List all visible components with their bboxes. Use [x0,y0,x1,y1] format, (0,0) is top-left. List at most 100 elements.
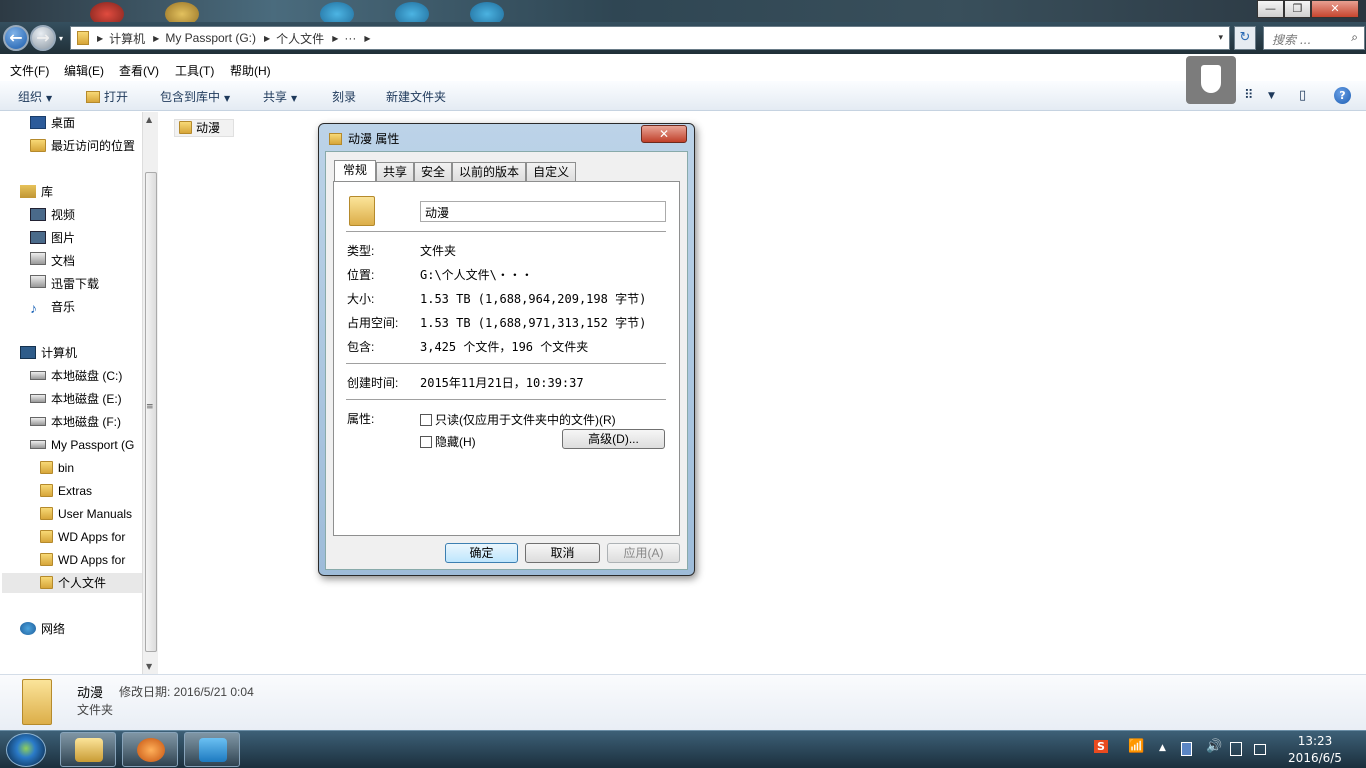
network-icon [20,622,36,635]
sidebar-item-library[interactable]: 库 [20,182,53,202]
include-library-button[interactable]: 包含到库中 ▼ [160,88,230,105]
minimize-button[interactable]: — [1257,0,1284,18]
close-button[interactable]: ✕ [1311,0,1359,18]
search-icon[interactable]: ⌕ [1351,30,1358,45]
cancel-button[interactable]: 取消 [525,543,600,563]
sidebar-item-drive-c[interactable]: 本地磁盘 (C:) [30,366,122,386]
show-hidden-icons[interactable]: ▲ [1159,743,1166,753]
back-button[interactable]: ← [3,25,29,51]
sidebar-item-drive-g[interactable]: My Passport (G [30,435,134,455]
network-status-icon[interactable] [1181,742,1192,756]
scroll-up-icon[interactable]: ▲ [146,115,152,124]
chevron-down-icon: ▼ [224,94,231,103]
power-icon[interactable] [1230,742,1242,756]
preview-pane-icon[interactable]: ▯ [1299,88,1306,103]
dialog-close-button[interactable]: ✕ [641,125,687,143]
clock[interactable]: 13:23 2016/6/5 [1285,733,1345,767]
location-value: G:\个人文件\・・・ [420,268,533,282]
refresh-button[interactable]: ↻ [1234,26,1256,50]
ime-icon[interactable]: S [1094,740,1108,753]
breadcrumb-drive[interactable]: My Passport (G:) [165,31,256,45]
view-options-icon[interactable]: ⠿ [1244,88,1254,103]
tab-general[interactable]: 常规 [334,160,377,182]
scroll-grip-icon: ≡ [146,402,154,412]
share-button[interactable]: 共享 ▼ [263,88,297,105]
menu-tools[interactable]: 工具(T) [175,62,214,79]
menu-edit[interactable]: 编辑(E) [64,62,104,79]
address-dropdown-icon[interactable]: ▾ [1218,32,1223,43]
new-folder-button[interactable]: 新建文件夹 [386,88,446,105]
advanced-button[interactable]: 高级(D)... [562,429,665,449]
breadcrumb-computer[interactable]: 计算机 [109,30,145,47]
folder-icon [40,484,53,497]
sidebar-scrollbar[interactable]: ▲ ≡ ▼ [142,112,158,674]
scroll-down-icon[interactable]: ▼ [146,662,152,671]
checkbox[interactable] [420,436,432,448]
sidebar-item-wd-apps-2[interactable]: WD Apps for [40,550,125,570]
picture-icon [30,231,46,244]
sidebar-item-xunlei[interactable]: 迅雷下载 [30,274,99,294]
taskbar-app-3[interactable] [184,732,240,767]
sidebar-item-pictures[interactable]: 图片 [30,228,75,248]
search-input[interactable]: 搜索 ... ⌕ [1263,26,1365,50]
scroll-thumb[interactable] [145,172,157,652]
open-folder-icon [86,91,100,103]
menu-view[interactable]: 查看(V) [119,62,159,79]
taskbar-app-2[interactable] [122,732,178,767]
open-button[interactable]: 打开 [86,88,128,105]
sidebar-item-recent[interactable]: 最近访问的位置 [30,136,135,156]
folder-name-input[interactable]: 动漫 [420,201,666,222]
sidebar-item-videos[interactable]: 视频 [30,205,75,225]
address-bar[interactable]: ▶ 计算机 ▶ My Passport (G:) ▶ 个人文件 ▶ ··· ▶ … [70,26,1230,50]
library-icon [20,185,36,198]
sidebar-item-extras[interactable]: Extras [40,481,92,501]
menu-help[interactable]: 帮助(H) [230,62,271,79]
sidebar-item-drive-e[interactable]: 本地磁盘 (E:) [30,389,122,409]
sidebar-item-drive-f[interactable]: 本地磁盘 (F:) [30,412,121,432]
sidebar-item-network[interactable]: 网络 [20,619,65,639]
sidebar-item-personal-files[interactable]: 个人文件 [2,573,142,593]
sidebar-item-desktop[interactable]: 桌面 [30,113,75,133]
hidden-checkbox[interactable]: 隐藏(H) [420,433,476,450]
sidebar-item-user-manuals[interactable]: User Manuals [40,504,132,524]
explorer-icon [75,738,103,762]
tab-security[interactable]: 安全 [414,162,453,182]
readonly-checkbox[interactable]: 只读(仅应用于文件夹中的文件)(R) [420,411,616,428]
sidebar-item-wd-apps-1[interactable]: WD Apps for [40,527,125,547]
recent-places-icon [30,139,46,152]
start-button[interactable] [6,733,46,767]
organize-button[interactable]: 组织 ▼ [18,88,52,105]
forward-button[interactable]: → [30,25,56,51]
action-center-icon[interactable] [1254,744,1266,755]
checkbox-indeterminate[interactable] [420,414,432,426]
help-icon[interactable]: ? [1334,87,1351,104]
maximize-button[interactable]: ❐ [1284,0,1311,18]
general-tab-panel: 动漫 类型: 文件夹 位置: G:\个人文件\・・・ 大小: 1.53 TB (… [333,181,680,536]
file-item-folder[interactable]: 动漫 [174,119,234,137]
tab-previous-versions[interactable]: 以前的版本 [452,162,527,182]
breadcrumb-personal[interactable]: 个人文件 [276,30,324,47]
attributes-label: 属性: [347,412,375,426]
wifi-icon[interactable]: 📶 [1128,739,1144,754]
sidebar-item-bin[interactable]: bin [40,458,74,478]
taskbar: S 📶 ▲ 🔊 13:23 2016/6/5 [0,730,1366,768]
download-icon [30,275,46,288]
apply-button[interactable]: 应用(A) [607,543,680,563]
recent-pages-dropdown[interactable]: ▾ [59,34,63,43]
folder-icon [40,530,53,543]
details-pane: 动漫 修改日期: 2016/5/21 0:04 文件夹 [0,674,1366,730]
sidebar-item-music[interactable]: ♪ 音乐 [30,297,75,317]
folder-icon [40,461,53,474]
tab-sharing[interactable]: 共享 [376,162,415,182]
breadcrumb-current[interactable]: ··· [344,31,356,45]
ok-button[interactable]: 确定 [445,543,518,563]
taskbar-explorer[interactable] [60,732,116,767]
volume-icon[interactable]: 🔊 [1206,739,1222,754]
sidebar-item-documents[interactable]: 文档 [30,251,75,271]
burn-button[interactable]: 刻录 [332,88,356,105]
sidebar-item-computer[interactable]: 计算机 [20,343,77,363]
menu-file[interactable]: 文件(F) [10,62,49,79]
view-dropdown-icon[interactable]: ▼ [1268,91,1275,101]
tab-customize[interactable]: 自定义 [526,162,577,182]
details-modified: 修改日期: 2016/5/21 0:04 [119,685,254,699]
